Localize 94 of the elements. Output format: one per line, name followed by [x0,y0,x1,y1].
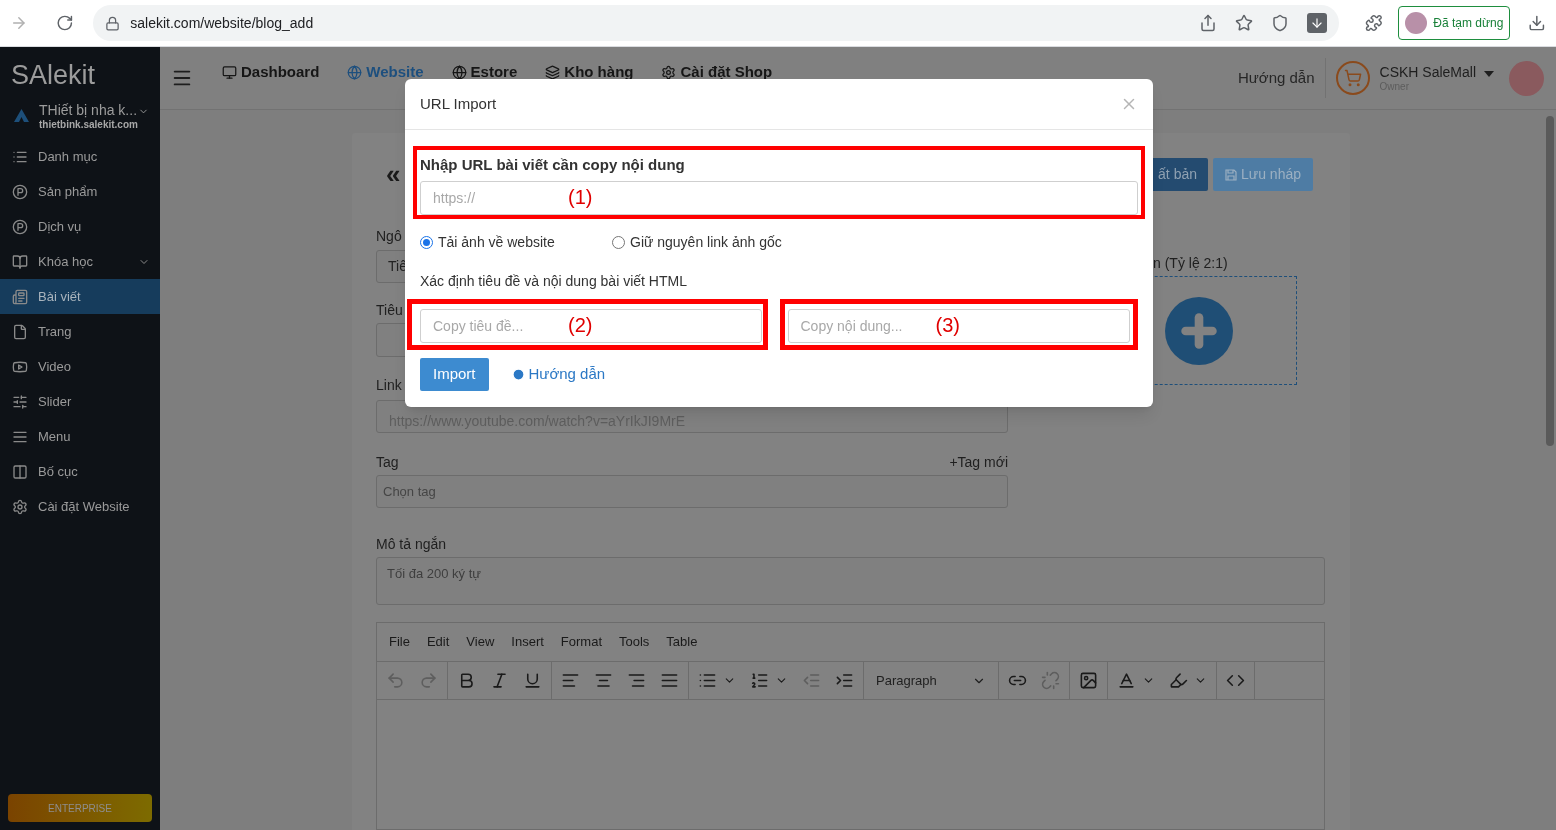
sidebar-item[interactable]: Bài viết [0,279,160,314]
align-right-icon [627,671,646,690]
bullet-list-icon [698,671,717,690]
sliders-icon [12,393,28,410]
redo-icon [419,671,438,690]
editor-menu-item[interactable]: File [389,632,410,652]
sidebar-item[interactable]: Bố cục [0,454,160,489]
logo-text: SAlekit [10,59,97,92]
nav-tab[interactable]: Dashboard [222,60,320,84]
caret-icon[interactable] [1484,71,1494,77]
summary-label: Mô tả ngắn [376,536,447,553]
shield-icon[interactable] [1270,14,1289,32]
editor-menu-item[interactable]: Insert [511,632,544,652]
sidebar-item[interactable]: Sản phẩm [0,174,160,209]
nav-tab[interactable]: Kho hàng [545,60,634,84]
tag-label: Tag [376,454,399,471]
language-label: Ngô [376,228,402,245]
newspaper-icon [12,288,28,305]
outdent-icon [802,671,821,690]
lock-icon [105,15,121,31]
sidebar-item[interactable]: Danh mục [0,139,160,174]
editor-menu-item[interactable]: Format [560,632,602,652]
sidebar-item[interactable]: Cài đặt Website [0,489,160,524]
reload-icon[interactable] [55,14,74,32]
video-link-label: Link [376,377,402,394]
summary-textarea[interactable]: Tối đa 200 ký tự [376,557,1325,605]
align-center-icon [594,671,613,690]
editor-menu-item[interactable]: Table [666,632,698,652]
back-button[interactable]: « [386,158,401,191]
dialog-title: URL Import [420,93,497,114]
text-color-icon [1117,671,1136,690]
unlink-icon [1041,671,1060,690]
new-tag-link[interactable]: +Tag mới [949,454,1008,471]
extensions-icon[interactable] [1364,14,1383,32]
settings-icon [661,64,677,80]
sidebar-item[interactable]: Trang [0,314,160,349]
nav-tab[interactable]: Estore [451,60,518,84]
editor-menu-item[interactable]: Edit [426,632,450,652]
settings-icon [12,498,28,515]
share-icon[interactable] [1198,14,1217,32]
sidebar-item[interactable]: Khóa học [0,244,160,279]
url-label: Nhập URL bài viết cần copy nội dung [420,155,686,175]
book-icon [12,253,28,270]
sidebar-item[interactable]: Menu [0,419,160,454]
annotation-number: (2) [568,313,593,338]
account-name[interactable]: CSKH SaleMall [1379,63,1476,81]
indent-icon [835,671,854,690]
numbered-list-icon [750,671,769,690]
underline-icon [523,671,542,690]
monitor-icon [222,64,237,80]
radio-option[interactable]: Giữ nguyên link ảnh gốc [612,231,782,253]
bookmark-star-icon[interactable] [1234,14,1253,32]
annotation-number: (3) [935,313,960,338]
image-label: n (Tỷ lệ 2:1) [1152,255,1229,272]
download-icon[interactable] [1528,14,1546,32]
title-label: Tiêu [376,302,403,319]
p-circle-icon [12,183,28,200]
avatar [1405,12,1428,34]
italic-icon [490,671,509,690]
cart-icon [1335,61,1370,95]
html-label: Xác định tiêu đề và nội dung bài viết HTML [420,273,688,290]
sidebar-item[interactable]: Dịch vụ [0,209,160,244]
import-button[interactable]: Import [420,358,489,391]
editor-menu-item[interactable]: Tools [619,632,650,652]
editor-menu-item[interactable]: View [466,632,495,652]
scrollbar-thumb[interactable] [1546,116,1554,446]
justify-icon [660,671,679,690]
globe-icon [347,64,363,80]
nav-tab[interactable]: Cài đặt Shop [661,60,773,84]
sidebar-item[interactable]: Slider [0,384,160,419]
tag-select[interactable]: Chọn tag [376,475,1008,508]
url-text: salekit.com/website/blog_add [130,13,314,33]
sidebar-item[interactable]: Video [0,349,160,384]
site-domain: thietbink.salekit.com [39,119,138,131]
radio-option[interactable]: Tải ảnh về website [420,231,612,253]
columns-icon [12,463,28,480]
guide-link[interactable]: Hướng dẫn [511,363,606,386]
annotation-number: (1) [568,185,593,210]
help-link[interactable]: Hướng dẫn [1237,66,1315,90]
profile-button[interactable]: Đã tạm dừng [1398,6,1511,40]
forward-icon[interactable] [10,14,28,32]
image-icon [1079,671,1098,690]
file-icon [12,323,28,340]
globe-icon [451,64,467,80]
highlighter-icon [1169,671,1188,690]
logo-icon [14,109,29,122]
site-name[interactable]: THiết bị nha k... [39,102,138,119]
p-circle-icon [12,218,28,235]
align-left-icon [561,671,580,690]
format-dropdown[interactable]: Paragraph [866,664,996,697]
save-icon [1225,168,1237,181]
undo-icon [386,671,405,690]
layers-icon [545,64,561,80]
address-bar[interactable]: salekit.com/website/blog_add [93,5,1339,41]
